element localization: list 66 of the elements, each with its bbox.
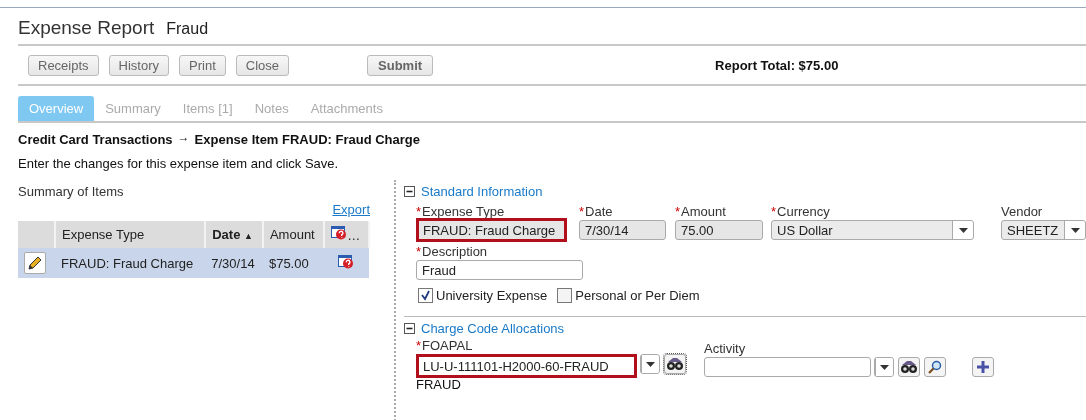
readonly-field: 7/30/14: [579, 220, 666, 240]
binoculars-icon: [666, 357, 684, 371]
checkbox-label: University Expense: [436, 288, 548, 303]
dropdown-button[interactable]: [875, 358, 893, 376]
checkbox[interactable]: [418, 288, 433, 303]
field-label: Activity: [704, 341, 747, 356]
dropdown-button[interactable]: [952, 221, 973, 239]
print-button[interactable]: Print: [179, 54, 226, 76]
dropdown-button[interactable]: [641, 355, 659, 373]
binoculars-icon: [900, 360, 918, 374]
caret-icon: [880, 364, 889, 370]
instruction-text: Enter the changes for this expense item and click Save.: [18, 156, 340, 171]
field-label: *FOAPAL: [416, 338, 474, 353]
select-field[interactable]: SHEETZ: [1001, 220, 1086, 240]
caret-icon: [646, 361, 655, 367]
plus-icon: [976, 360, 990, 374]
table-cell: FRAUD: Fraud Charge: [55, 248, 206, 278]
foapal-description: FRAUD: [415, 377, 462, 392]
search-icon: [928, 360, 942, 374]
field-label: *Description: [416, 244, 489, 259]
receipt-missing-icon: [331, 226, 348, 240]
breadcrumb-current: Expense Item FRAUD: Fraud Charge: [194, 132, 420, 147]
page-title: Expense Report: [18, 17, 155, 39]
field-label: *Date: [579, 204, 614, 219]
readonly-field: FRAUD: Fraud Charge: [416, 218, 567, 242]
column-header[interactable]: Date ▲: [205, 221, 263, 248]
section-header-link[interactable]: Charge Code Allocations: [421, 321, 565, 336]
section-header-link[interactable]: Standard Information: [421, 184, 543, 199]
report-total: Report Total: $75.00: [715, 57, 839, 73]
column-header[interactable]: Expense Type: [55, 221, 206, 248]
readonly-field: 75.00: [675, 220, 763, 240]
breadcrumb-link[interactable]: Credit Card Transactions: [18, 132, 173, 147]
select-field[interactable]: US Dollar: [771, 220, 974, 240]
field-label: *Currency: [771, 204, 831, 219]
breadcrumb-separator: →: [177, 130, 190, 144]
close-button[interactable]: Close: [235, 54, 289, 76]
caret-icon: [1070, 227, 1080, 233]
combo-field[interactable]: [704, 357, 871, 377]
field-label: *Expense Type: [416, 204, 506, 219]
pencil-icon: [28, 256, 42, 270]
receipts-button[interactable]: Receipts: [28, 54, 99, 76]
checkbox[interactable]: [557, 288, 573, 303]
dropdown-button[interactable]: [1064, 221, 1085, 239]
caret-icon: [958, 227, 968, 233]
column-header[interactable]: Amount: [262, 221, 325, 248]
edit-button[interactable]: [24, 252, 46, 274]
field-label: Vendor: [1001, 204, 1044, 219]
history-button[interactable]: History: [108, 54, 170, 76]
binoculars-button[interactable]: [898, 357, 920, 377]
collapse-icon[interactable]: [404, 323, 415, 334]
add-button[interactable]: [972, 357, 994, 377]
field-label: *Amount: [675, 204, 727, 219]
binoculars-button[interactable]: [664, 354, 686, 374]
combo-field[interactable]: LU-U-111101-H2000-60-FRAUD: [416, 354, 637, 378]
report-name: Fraud: [166, 20, 209, 38]
input-field[interactable]: Fraud: [416, 260, 583, 280]
submit-button[interactable]: Submit: [367, 54, 434, 76]
checkbox-label: Personal or Per Diem: [575, 288, 700, 303]
search-button[interactable]: [924, 357, 946, 377]
section-title: Summary of Items: [18, 184, 125, 199]
collapse-icon[interactable]: [404, 186, 415, 197]
export-link[interactable]: Export: [332, 202, 370, 217]
column-header[interactable]: …: [324, 221, 369, 248]
table-cell: $75.00: [262, 248, 325, 278]
receipt-missing-icon: [338, 254, 355, 269]
table-cell: 7/30/14: [205, 248, 263, 278]
